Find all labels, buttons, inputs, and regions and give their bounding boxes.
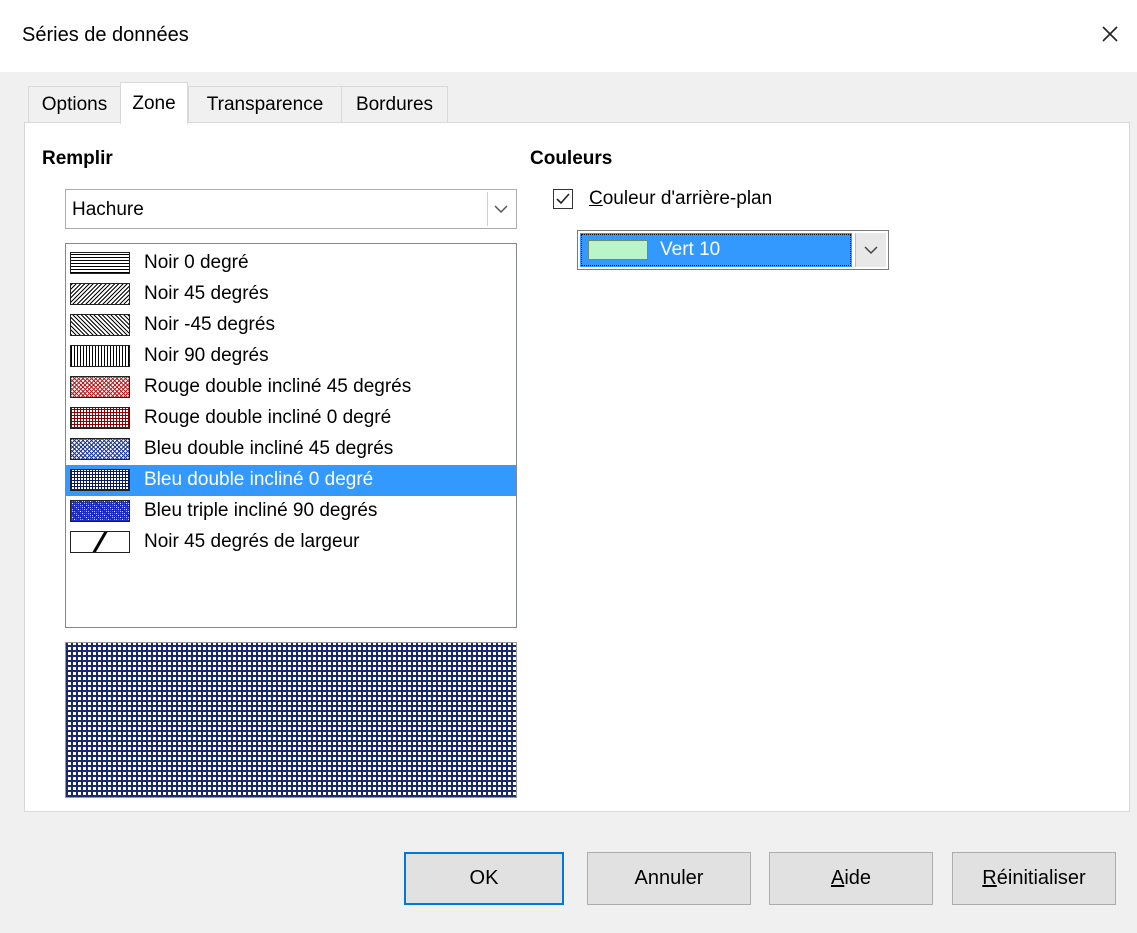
hatch-swatch-icon	[70, 407, 130, 429]
hatch-label: Bleu triple incliné 90 degrés	[144, 500, 378, 521]
background-color-checkbox[interactable]	[553, 189, 573, 209]
hatch-list-item[interactable]: Rouge double incliné 0 degré	[66, 403, 516, 434]
chevron-down-icon[interactable]	[855, 233, 886, 267]
hatch-label: Noir 90 degrés	[144, 345, 269, 366]
hatch-list-item[interactable]: Noir 0 degré	[66, 248, 516, 279]
hatch-list-item[interactable]: Bleu triple incliné 90 degrés	[66, 496, 516, 527]
tab-bordures[interactable]: Bordures	[341, 86, 448, 122]
hatch-label: Rouge double incliné 45 degrés	[144, 376, 412, 397]
hatch-swatch-icon	[70, 469, 130, 491]
hatch-swatch-icon	[70, 314, 130, 336]
hatch-list-item[interactable]: Bleu double incliné 45 degrés	[66, 434, 516, 465]
background-color-select[interactable]: Vert 10	[577, 230, 889, 270]
fill-group-label: Remplir	[42, 148, 113, 169]
colors-group-label: Couleurs	[530, 148, 613, 169]
hatch-label: Rouge double incliné 0 degré	[144, 407, 392, 428]
background-color-label[interactable]: Couleur d'arrière-plan	[589, 188, 772, 210]
hatch-label: Noir 45 degrés de largeur	[144, 531, 360, 552]
fill-type-select[interactable]: Hachure	[65, 189, 517, 229]
tab-options[interactable]: Options	[28, 86, 121, 122]
hatch-list-item[interactable]: Noir -45 degrés	[66, 310, 516, 341]
tab-zone[interactable]: Zone	[120, 82, 188, 124]
hatch-swatch-icon	[70, 376, 130, 398]
hatch-label: Noir -45 degrés	[144, 314, 275, 335]
ok-button[interactable]: OK	[404, 852, 564, 905]
hatch-list-item[interactable]: Noir 45 degrés de largeur	[66, 527, 516, 558]
hatch-label: Noir 45 degrés	[144, 283, 269, 304]
hatch-label: Bleu double incliné 0 degré	[144, 469, 374, 490]
hatch-list-item[interactable]: Rouge double incliné 45 degrés	[66, 372, 516, 403]
hatch-list[interactable]: Noir 0 degré Noir 45 degrés Noir -45 degré…	[65, 243, 517, 628]
cancel-button[interactable]: Annuler	[587, 852, 751, 905]
hatch-swatch-icon	[70, 531, 130, 553]
reset-button[interactable]: Réinitialiser	[952, 852, 1116, 905]
hatch-list-item[interactable]: Noir 45 degrés	[66, 279, 516, 310]
title-bar: Séries de données	[0, 0, 1137, 72]
hatch-label: Noir 0 degré	[144, 252, 249, 273]
tab-transparence[interactable]: Transparence	[188, 86, 342, 122]
hatch-preview	[65, 642, 517, 798]
hatch-swatch-icon	[70, 252, 130, 274]
close-icon	[1102, 26, 1118, 42]
help-button[interactable]: Aide	[769, 852, 933, 905]
background-color-value: Vert 10	[660, 239, 721, 260]
close-button[interactable]	[1090, 14, 1130, 54]
color-swatch	[588, 240, 648, 260]
checkmark-icon	[556, 193, 570, 205]
hatch-swatch-icon	[70, 283, 130, 305]
hatch-swatch-icon	[70, 345, 130, 367]
chevron-down-icon[interactable]	[487, 192, 514, 226]
hatch-list-item[interactable]: Bleu double incliné 0 degré	[66, 465, 516, 496]
hatch-swatch-icon	[70, 500, 130, 522]
hatch-list-item[interactable]: Noir 90 degrés	[66, 341, 516, 372]
window-title: Séries de données	[22, 24, 189, 46]
fill-type-value: Hachure	[72, 199, 144, 220]
hatch-label: Bleu double incliné 45 degrés	[144, 438, 394, 459]
hatch-swatch-icon	[70, 438, 130, 460]
